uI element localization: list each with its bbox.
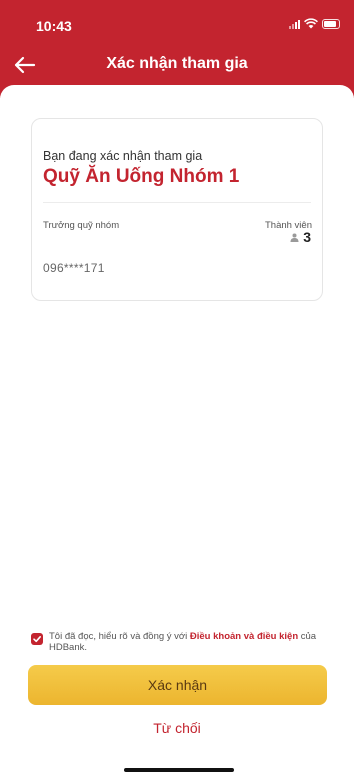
terms-text-before: Tôi đã đọc, hiểu rõ và đồng ý với: [49, 631, 190, 642]
reject-button[interactable]: Từ chối: [0, 720, 354, 736]
app-header: 10:43 Xác nhận tham gia: [0, 0, 354, 98]
terms-checkbox[interactable]: [31, 633, 43, 645]
member-count-value: 3: [303, 229, 311, 245]
home-indicator: [124, 768, 234, 772]
battery-icon: [322, 18, 340, 29]
signal-icon: [289, 19, 300, 29]
fund-info-card: Bạn đang xác nhận tham gia Quỹ Ăn Uống N…: [31, 118, 323, 301]
status-time: 10:43: [36, 18, 72, 34]
check-icon: [33, 636, 41, 643]
page-title: Xác nhận tham gia: [106, 55, 248, 72]
wifi-icon: [304, 18, 318, 29]
fund-name: Quỹ Ăn Uống Nhóm 1: [43, 166, 240, 187]
terms-agreement: Tôi đã đọc, hiểu rõ và đồng ý với Điều k…: [31, 631, 341, 657]
terms-text: Tôi đã đọc, hiểu rõ và đồng ý với Điều k…: [49, 631, 349, 653]
status-icons: [289, 18, 340, 29]
confirm-button[interactable]: Xác nhận: [28, 665, 327, 705]
fund-leader-label: Trưởng quỹ nhóm: [43, 220, 120, 231]
card-divider: [43, 202, 311, 203]
leader-phone: 096****171: [43, 261, 105, 275]
person-icon: [290, 233, 299, 242]
card-intro-text: Bạn đang xác nhận tham gia: [43, 149, 203, 163]
member-count: 3: [290, 229, 311, 245]
terms-link[interactable]: Điều khoản và điều kiện: [190, 631, 298, 642]
